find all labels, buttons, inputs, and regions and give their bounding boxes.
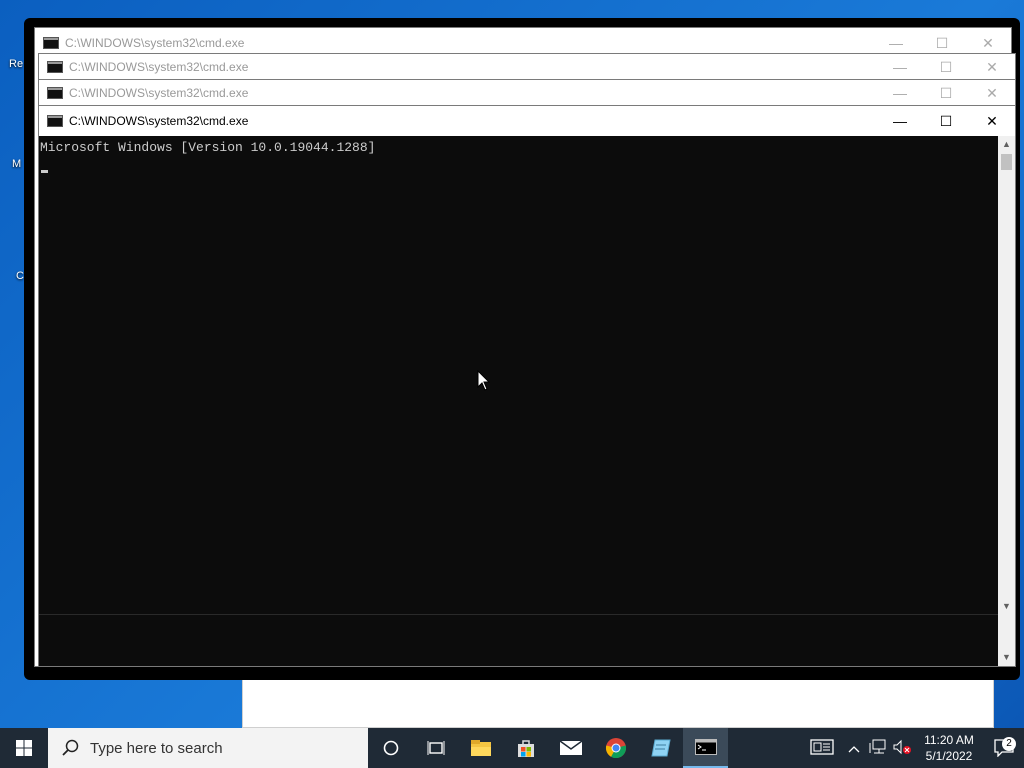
news-button[interactable] (802, 738, 842, 758)
action-center-button[interactable]: 2 (984, 737, 1024, 757)
task-view-button[interactable] (413, 728, 458, 768)
notepad-button[interactable] (638, 728, 683, 768)
cmd-icon (47, 115, 63, 127)
console-divider (39, 614, 998, 615)
scroll-down-arrow-icon[interactable]: ▼ (998, 649, 1015, 666)
close-button[interactable]: ✕ (969, 80, 1015, 106)
volume-muted-icon (893, 739, 911, 754)
window-title: C:\WINDOWS\system32\cmd.exe (69, 114, 249, 128)
window-title: C:\WINDOWS\system32\cmd.exe (69, 60, 249, 74)
chrome-button[interactable] (593, 728, 638, 768)
maximize-button[interactable]: ☐ (923, 80, 969, 106)
network-icon (869, 739, 886, 753)
cmd-icon (43, 37, 59, 49)
window-title: C:\WINDOWS\system32\cmd.exe (65, 36, 245, 50)
minimize-button[interactable]: — (877, 80, 923, 106)
search-placeholder: Type here to search (90, 739, 223, 757)
file-explorer-icon (470, 740, 491, 756)
maximize-button[interactable]: ☐ (923, 54, 969, 80)
mail-button[interactable] (548, 728, 593, 768)
chrome-icon (605, 738, 626, 759)
console-line: Microsoft Windows [Version 10.0.19044.12… (40, 140, 376, 155)
mail-icon (559, 740, 582, 755)
task-view-icon (427, 741, 444, 755)
windows-logo-icon (16, 740, 32, 756)
close-button[interactable]: ✕ (969, 106, 1015, 136)
minimize-button[interactable]: — (877, 54, 923, 80)
desktop-icon-label: C (16, 270, 24, 282)
clock[interactable]: 11:20 AM 5/1/2022 (914, 732, 984, 764)
store-icon (517, 740, 534, 757)
system-tray: 11:20 AM 5/1/2022 2 (802, 728, 1024, 768)
desktop-icon-label: Re (9, 58, 24, 70)
file-explorer-button[interactable] (458, 728, 503, 768)
notepad-icon (650, 739, 671, 757)
maximize-button[interactable]: ☐ (923, 106, 969, 136)
vertical-scrollbar[interactable]: ▲ ▼ ▼ (998, 136, 1015, 666)
network-button[interactable] (866, 739, 890, 758)
window-title: C:\WINDOWS\system32\cmd.exe (69, 86, 249, 100)
notification-badge: 2 (1002, 737, 1016, 751)
cmd-taskbar-button[interactable] (683, 728, 728, 768)
close-button[interactable]: ✕ (969, 54, 1015, 80)
search-box[interactable]: Type here to search (48, 728, 368, 768)
store-button[interactable] (503, 728, 548, 768)
search-icon (62, 739, 79, 756)
title-bar[interactable]: C:\WINDOWS\system32\cmd.exe — ☐ ✕ (39, 106, 1015, 136)
scroll-up-arrow-icon[interactable]: ▲ (998, 136, 1015, 153)
chevron-up-icon (848, 745, 860, 752)
scroll-down-arrow-icon[interactable]: ▼ (998, 598, 1015, 615)
mouse-pointer-icon (477, 370, 491, 391)
text-cursor (41, 170, 48, 173)
cmd-icon (47, 87, 63, 99)
cmd-icon (694, 739, 717, 755)
volume-button[interactable] (890, 739, 914, 758)
minimize-button[interactable]: — (877, 106, 923, 136)
cmd-window-active[interactable]: C:\WINDOWS\system32\cmd.exe — ☐ ✕ Micros… (38, 105, 1016, 667)
cortana-icon (383, 740, 398, 756)
desktop-icon-label: M (12, 158, 22, 170)
title-bar[interactable]: C:\WINDOWS\system32\cmd.exe — ☐ ✕ (39, 80, 1015, 106)
show-hidden-icons-button[interactable] (842, 741, 866, 756)
console-output[interactable]: Microsoft Windows [Version 10.0.19044.12… (39, 136, 998, 666)
clock-date: 5/1/2022 (925, 749, 973, 763)
clock-time: 11:20 AM (924, 733, 974, 747)
background-window (242, 676, 994, 728)
title-bar[interactable]: C:\WINDOWS\system32\cmd.exe — ☐ ✕ (39, 54, 1015, 80)
cortana-button[interactable] (368, 728, 413, 768)
taskbar: Type here to search 11:20 AM 5/1/2022 2 (0, 728, 1024, 768)
scrollbar-thumb[interactable] (1001, 154, 1012, 170)
cmd-icon (47, 61, 63, 73)
news-icon (810, 738, 834, 755)
start-button[interactable] (0, 728, 48, 768)
